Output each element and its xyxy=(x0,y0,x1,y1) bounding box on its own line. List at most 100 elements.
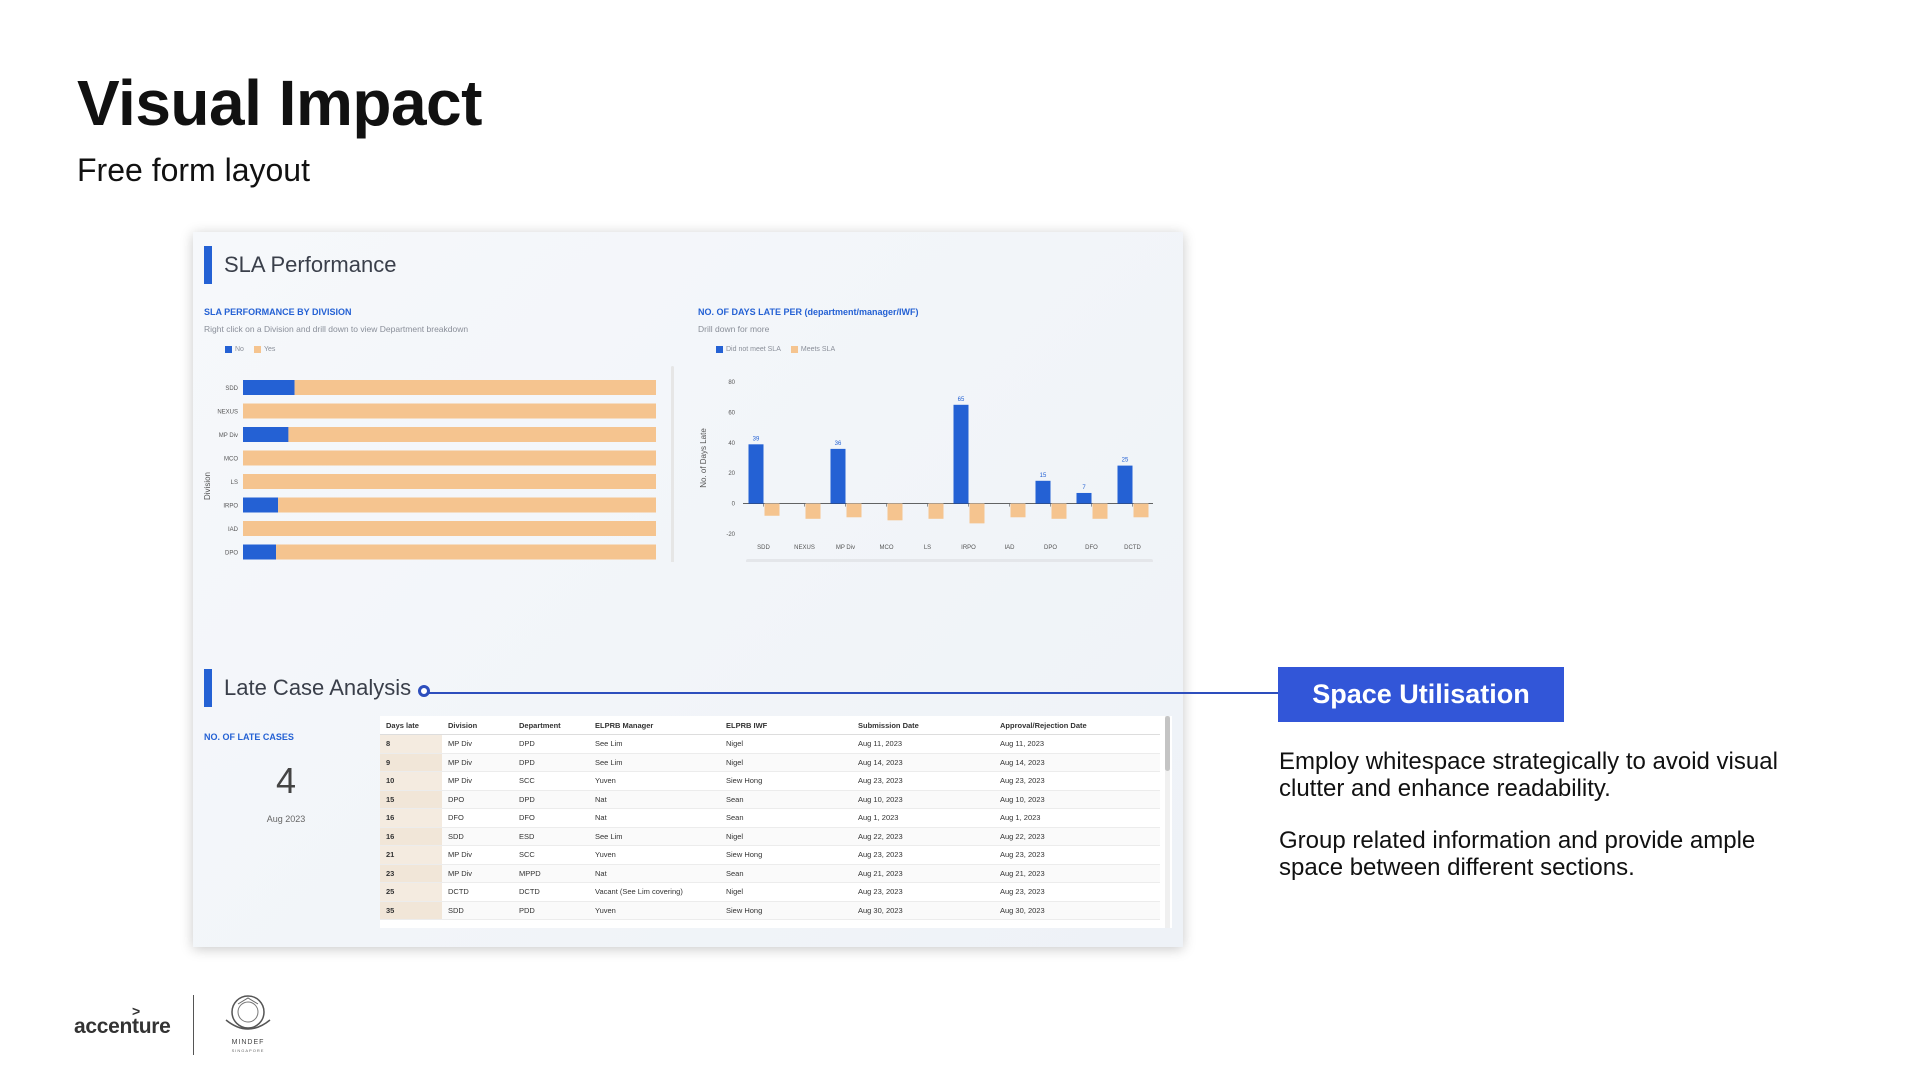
bar-did-not-meet-SDD xyxy=(748,444,764,504)
column-header[interactable]: ELPRB IWF xyxy=(720,716,852,735)
table-cell: MP Div xyxy=(442,845,513,865)
column-header[interactable]: Days late xyxy=(380,716,442,735)
y-tick-label: SDD xyxy=(225,386,238,392)
table-cell: Aug 11, 2023 xyxy=(994,734,1160,754)
bar-meets-DCTD xyxy=(1133,503,1149,518)
table-cell: DPD xyxy=(513,734,589,754)
table-row[interactable]: 10 MP Div SCC Yuven Siew Hong Aug 23, 2023 Aug… xyxy=(380,771,1160,791)
y-axis-label: No. of Days Late xyxy=(699,428,708,488)
table-cell: SDD xyxy=(442,901,513,920)
table-cell: 35 xyxy=(380,901,442,920)
sla-division-chart[interactable]: SDDNEXUSMP DivMCOLSIRPOIADDPODFODCTD0%20… xyxy=(193,362,693,562)
table-cell: Sean xyxy=(720,864,852,883)
y-tick-label: -20 xyxy=(726,532,735,538)
table-cell: Aug 1, 2023 xyxy=(852,808,994,828)
y-tick-label: NEXUS xyxy=(217,410,238,416)
table-cell: Aug 23, 2023 xyxy=(994,771,1160,791)
table-cell: DPD xyxy=(513,753,589,772)
table-cell: 16 xyxy=(380,808,442,828)
y-tick-label: 80 xyxy=(728,380,735,386)
table-cell: Aug 22, 2023 xyxy=(852,827,994,846)
bar-yes-MP Div xyxy=(288,427,656,442)
kpi-title: NO. OF LATE CASES xyxy=(204,732,294,742)
kpi-value: 4 xyxy=(275,760,297,801)
section-accent-bar xyxy=(204,246,212,284)
late-cases-table: Days late Division Department ELPRB Manager… xyxy=(380,716,1160,920)
column-header[interactable]: Approval/Rejection Date xyxy=(994,716,1160,735)
section-accent-bar xyxy=(204,669,212,707)
y-tick-label: 60 xyxy=(728,410,735,416)
chart-scrollbar xyxy=(671,366,674,562)
data-label: 39 xyxy=(753,436,760,442)
y-tick-label: 20 xyxy=(728,471,735,477)
table-cell: 15 xyxy=(380,790,442,809)
chart-zoom-slider xyxy=(746,559,1153,562)
x-tick-label: IAD xyxy=(1004,545,1015,551)
table-cell: MP Div xyxy=(442,734,513,754)
dashboard-screenshot: SLA Performance SLA PERFORMANCE BY DIVIS… xyxy=(193,232,1183,947)
table-row[interactable]: 35 SDD PDD Yuven Siew Hong Aug 30, 2023 Aug 30… xyxy=(380,901,1160,920)
table-row[interactable]: 16 SDD ESD See Lim Nigel Aug 22, 2023 Aug 22, … xyxy=(380,827,1160,846)
table-cell: DCTD xyxy=(513,882,589,902)
division-legend[interactable]: No Yes xyxy=(225,346,275,353)
table-row[interactable]: 9 MP Div DPD See Lim Nigel Aug 14, 2023 Aug 14… xyxy=(380,753,1160,772)
table-cell: Sean xyxy=(720,808,852,828)
y-tick-label: LS xyxy=(231,480,238,486)
table-cell: DPO xyxy=(442,790,513,809)
bar-yes-IAD xyxy=(243,521,656,536)
data-label: 65 xyxy=(958,397,965,403)
legend-item-no[interactable]: No xyxy=(225,346,244,353)
table-cell: See Lim xyxy=(589,827,720,846)
table-cell: Vacant (See Lim covering) xyxy=(589,882,720,902)
table-cell: Aug 10, 2023 xyxy=(994,790,1160,809)
late-case-section-header: Late Case Analysis xyxy=(204,669,411,707)
y-tick-label: MCO xyxy=(224,457,238,463)
legend-item-meets-sla[interactable]: Meets SLA xyxy=(790,346,835,353)
scrollbar-thumb[interactable] xyxy=(1165,716,1170,771)
bar-did-not-meet-DCTD xyxy=(1117,465,1133,504)
slide-subtitle: Free form layout xyxy=(77,152,310,188)
table-row[interactable]: 21 MP Div SCC Yuven Siew Hong Aug 23, 2023 Aug… xyxy=(380,845,1160,865)
data-label: 25 xyxy=(1122,458,1129,464)
days-late-panel-title: NO. OF DAYS LATE PER (department/manager… xyxy=(698,307,919,317)
table-row[interactable]: 15 DPO DPD Nat Sean Aug 10, 2023 Aug 10, 2023 xyxy=(380,790,1160,809)
column-header[interactable]: Department xyxy=(513,716,589,735)
bar-yes-DPO xyxy=(276,544,656,560)
table-cell: DFO xyxy=(442,808,513,828)
table-scrollbar[interactable] xyxy=(1165,716,1170,928)
y-axis-label: Division xyxy=(203,472,212,500)
division-panel-subtitle: Right click on a Division and drill down… xyxy=(204,324,469,334)
table-cell: Aug 23, 2023 xyxy=(852,771,994,791)
table-cell: 9 xyxy=(380,753,442,772)
bar-meets-DPO xyxy=(1051,503,1067,519)
bar-meets-MP Div xyxy=(846,503,862,518)
bar-did-not-meet-IRPO xyxy=(953,404,969,504)
table-cell: DCTD xyxy=(442,882,513,902)
table-row[interactable]: 25 DCTD DCTD Vacant (See Lim covering) Nigel… xyxy=(380,882,1160,902)
legend-item-yes[interactable]: Yes xyxy=(253,346,275,353)
legend-item-did-not-meet-sla[interactable]: Did not meet SLA xyxy=(716,346,781,353)
days-late-legend[interactable]: Did not meet SLA Meets SLA xyxy=(716,346,835,353)
table-cell: 8 xyxy=(380,734,442,754)
days-late-chart[interactable]: -20 0 20 40 60 80 39 SDD NEXUS 36 MP Div MCO LS 65 IRP… xyxy=(688,362,1178,562)
table-cell: PDD xyxy=(513,901,589,920)
table-cell: Sean xyxy=(720,790,852,809)
x-tick-label: NEXUS xyxy=(794,545,815,551)
table-cell: See Lim xyxy=(589,753,720,772)
x-tick-label: LS xyxy=(924,545,931,551)
y-tick-label: 0 xyxy=(732,502,736,508)
column-header[interactable]: Submission Date xyxy=(852,716,994,735)
x-tick-label: DFO xyxy=(1085,545,1098,551)
late-cases-table-container[interactable]: Days late Division Department ELPRB Manager… xyxy=(380,716,1172,928)
bar-did-not-meet-DFO xyxy=(1076,492,1092,504)
table-row[interactable]: 23 MP Div MPPD Nat Sean Aug 21, 2023 Aug 21, 2… xyxy=(380,864,1160,883)
table-row[interactable]: 8 MP Div DPD See Lim Nigel Aug 11, 2023 Aug 11… xyxy=(380,734,1160,754)
column-header[interactable]: Division xyxy=(442,716,513,735)
bar-meets-IRPO xyxy=(969,503,985,524)
table-cell: MP Div xyxy=(442,771,513,791)
bar-no-MP Div xyxy=(243,427,289,442)
table-row[interactable]: 16 DFO DFO Nat Sean Aug 1, 2023 Aug 1, 2023 xyxy=(380,808,1160,828)
table-cell: 10 xyxy=(380,771,442,791)
kpi-period: Aug 2023 xyxy=(266,814,306,824)
column-header[interactable]: ELPRB Manager xyxy=(589,716,720,735)
